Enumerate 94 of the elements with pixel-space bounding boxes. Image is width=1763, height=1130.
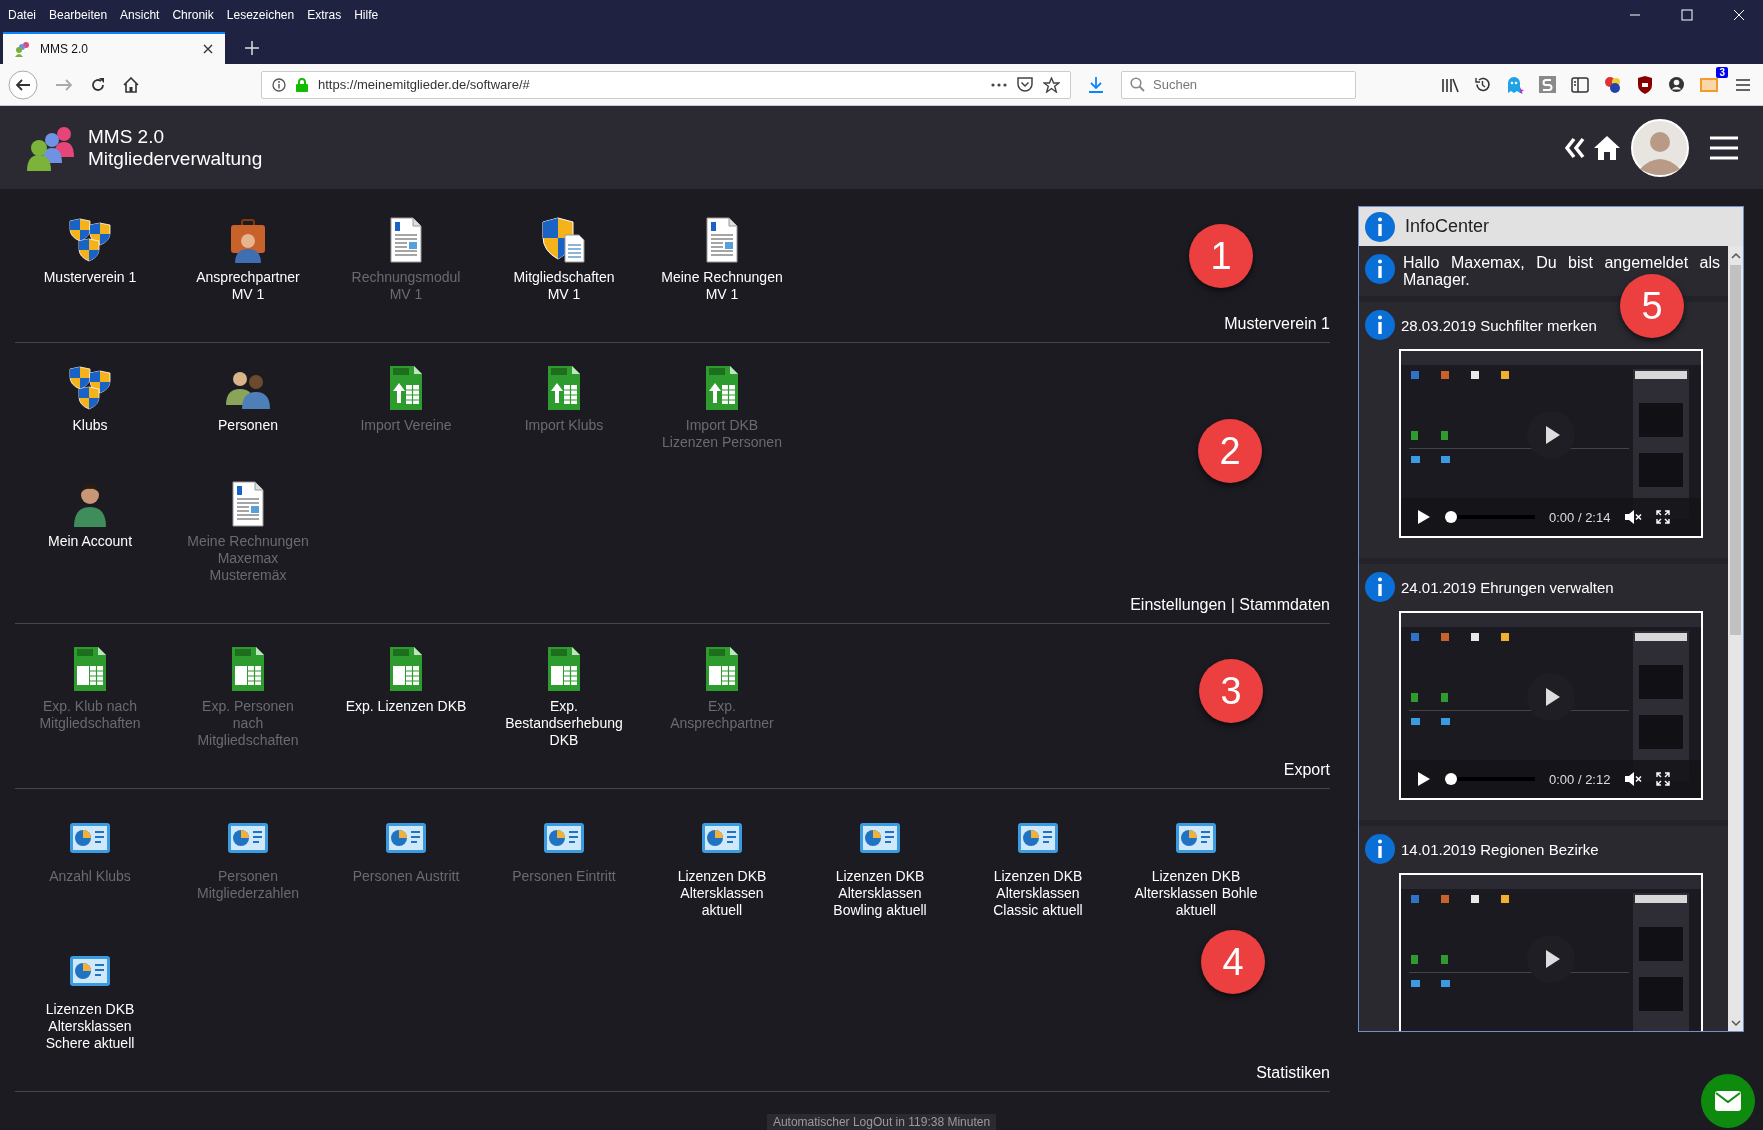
news-title: 24.01.2019 Ehrungen verwalten [1401, 578, 1614, 596]
fullscreen-icon[interactable] [1656, 510, 1671, 524]
menu-item[interactable]: Hilfe [354, 8, 379, 22]
feed-icon[interactable] [1700, 75, 1720, 94]
news-title: 14.01.2019 Regionen Bezirke [1401, 840, 1599, 858]
menu-item[interactable]: Lesezeichen [226, 8, 295, 22]
avatar[interactable] [1631, 118, 1689, 177]
panel-title: InfoCenter [1405, 216, 1490, 237]
info-icon [1365, 211, 1395, 242]
module-tile[interactable]: Lizenzen DKB Altersklassen Schere aktuell [15, 949, 165, 1052]
home-icon[interactable] [123, 76, 139, 93]
module-tile[interactable]: Ansprechpartner MV 1 [173, 217, 323, 303]
back-icon[interactable] [8, 69, 38, 100]
more-icon[interactable] [991, 82, 1007, 87]
info-icon [1365, 254, 1395, 284]
section-title: Musterverein 1 [15, 315, 1330, 343]
browser-tab[interactable]: MMS 2.0 [3, 32, 225, 64]
menu-item[interactable]: Extras [307, 8, 342, 22]
module-tile[interactable]: Personen [173, 365, 323, 451]
info-icon [1365, 310, 1395, 340]
new-tab-icon[interactable] [245, 41, 259, 55]
people-logo-icon [15, 41, 31, 57]
module-tile[interactable]: Meine Rechnungen MV 1 [647, 217, 797, 303]
history-icon[interactable] [1474, 76, 1491, 93]
address-bar[interactable]: https://meinemitglieder.de/software/# [261, 70, 1071, 99]
menu-item[interactable]: Ansicht [120, 8, 160, 22]
number-badge: 2 [1198, 419, 1262, 483]
download-icon[interactable] [1088, 75, 1104, 94]
home-icon[interactable] [1593, 134, 1621, 161]
module-tile[interactable]: Lizenzen DKB Altersklassen aktuell [647, 816, 797, 919]
menu-icon[interactable] [1709, 134, 1739, 161]
section-title: Statistiken [15, 1064, 1330, 1092]
library-icon[interactable] [1441, 76, 1459, 93]
close-icon[interactable] [203, 44, 213, 54]
account-icon[interactable] [1668, 76, 1685, 93]
module-tile[interactable]: Mitgliedschaften MV 1 [489, 217, 639, 303]
number-badge: 1 [1189, 224, 1253, 288]
play-icon[interactable] [1417, 771, 1431, 787]
section-title: Einstellungen | Stammdaten [15, 596, 1330, 624]
logout-timer: Automatischer LogOut in 119:38 Minuten [766, 1114, 997, 1130]
seek-thumb[interactable] [1445, 511, 1457, 523]
scrollbar[interactable] [1728, 246, 1743, 1031]
shield-icon[interactable] [1637, 75, 1653, 94]
lock-icon [296, 77, 308, 92]
menu-item[interactable]: Datei [8, 8, 36, 22]
info-icon [1365, 834, 1395, 864]
mute-icon[interactable] [1624, 510, 1643, 524]
video-time: 0:00 / 2:12 [1549, 771, 1611, 787]
shields-icon [67, 365, 113, 411]
shields-icon [67, 217, 113, 263]
module-tile[interactable]: Mein Account [15, 481, 165, 584]
info-icon [1365, 572, 1395, 602]
search-field[interactable]: Suchen [1121, 70, 1356, 99]
section-title: Export [15, 761, 1330, 789]
extension-icon[interactable] [1539, 76, 1556, 93]
number-badge: 3 [1199, 659, 1263, 723]
mail-icon [1715, 1091, 1741, 1111]
module-tile[interactable]: Klubs [15, 365, 165, 451]
url-text: https://meinemitglieder.de/software/# [318, 77, 530, 92]
app-subtitle: Mitgliederverwaltung [88, 147, 263, 170]
star-icon[interactable] [1043, 76, 1060, 93]
double-chevron-icon[interactable] [1565, 136, 1585, 159]
module-tile[interactable]: Lizenzen DKB Altersklassen Classic aktuell [963, 816, 1113, 919]
scroll-up-icon[interactable] [1730, 252, 1741, 259]
maximize-icon[interactable] [1681, 9, 1693, 21]
fullscreen-icon[interactable] [1656, 772, 1671, 786]
notification-badge: 3 [1716, 66, 1728, 78]
module-tile[interactable]: Lizenzen DKB Altersklassen Bowling aktuell [805, 816, 955, 919]
video-player[interactable]: 0:00 / 2:14 [1399, 349, 1703, 538]
video-time: 0:00 / 2:14 [1549, 509, 1611, 525]
mail-button[interactable] [1701, 1074, 1755, 1128]
mute-icon[interactable] [1624, 772, 1643, 786]
module-tile[interactable]: Lizenzen DKB Altersklassen Bohle aktuell [1121, 816, 1271, 919]
scrollbar-thumb[interactable] [1730, 265, 1741, 635]
pocket-icon[interactable] [1017, 77, 1033, 92]
scroll-down-icon[interactable] [1730, 1020, 1741, 1027]
reload-icon[interactable] [90, 76, 106, 93]
module-tile[interactable]: Exp. Lizenzen DKB [331, 646, 481, 749]
sidebar-icon[interactable] [1571, 76, 1589, 93]
menu-item[interactable]: Chronik [172, 8, 214, 22]
balls-icon[interactable] [1604, 76, 1622, 93]
play-icon[interactable] [1417, 509, 1431, 525]
ghost-icon[interactable] [1506, 75, 1524, 94]
news-title: 28.03.2019 Suchfilter merken [1401, 316, 1597, 334]
number-badge: 4 [1201, 930, 1265, 994]
menu-item[interactable]: Bearbeiten [49, 8, 108, 22]
module-tile[interactable]: Exp. Bestandserhebung DKB [489, 646, 639, 749]
info-icon[interactable] [272, 77, 286, 92]
shield-document-icon [541, 217, 587, 263]
module-tile[interactable]: Musterverein 1 [15, 217, 165, 303]
video-player[interactable]: 0:00 / 2:12 [1399, 611, 1703, 800]
seek-thumb[interactable] [1445, 773, 1457, 785]
search-icon [1130, 77, 1145, 92]
app-title: MMS 2.0 [88, 125, 166, 148]
